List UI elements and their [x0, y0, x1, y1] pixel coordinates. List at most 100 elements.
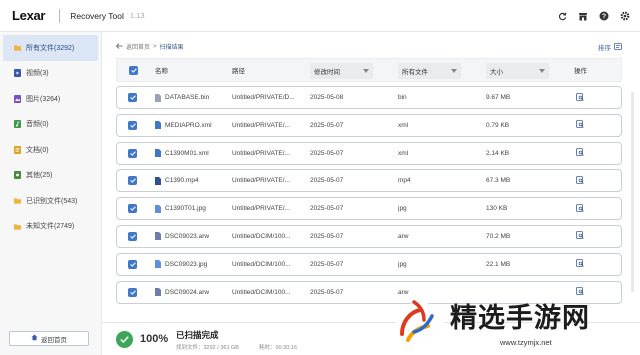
- sidebar-item-images[interactable]: 图片(3264): [0, 86, 101, 112]
- row-checkbox[interactable]: [128, 282, 137, 303]
- sidebar: 所有文件(3292) 视频(3) 图片(3264) 音频(0) 文档(0) 其他…: [0, 32, 102, 355]
- row-checkbox[interactable]: [128, 198, 137, 219]
- check-circle-icon: [116, 331, 133, 348]
- file-name-cell: DSC09023.arw: [155, 226, 209, 247]
- file-type: mp4: [398, 177, 411, 185]
- preview-icon: [576, 203, 584, 214]
- checkbox-checked-icon: [128, 148, 137, 158]
- file-name-cell: C1390M01.xml: [155, 143, 209, 164]
- header-name[interactable]: 名称: [155, 59, 168, 81]
- file-size: 9.67 MB: [486, 94, 511, 101]
- title-toolbar: ?: [557, 11, 630, 21]
- preview-icon: [576, 175, 584, 186]
- title-separator: [59, 8, 61, 23]
- sidebar-item-label: 已识别文件(543): [26, 197, 78, 205]
- sidebar-item-recognized-files[interactable]: 已识别文件(543): [0, 188, 101, 214]
- preview-button[interactable]: [576, 254, 584, 275]
- refresh-icon[interactable]: [557, 11, 567, 21]
- table-row[interactable]: C1390.mp4 Untitled/PRIVATE/... 2025-05-07 m…: [116, 169, 622, 193]
- row-checkbox[interactable]: [128, 143, 137, 164]
- preview-button[interactable]: [576, 143, 584, 164]
- sort-label: 排序: [598, 45, 611, 52]
- video-file-icon: [14, 69, 21, 78]
- file-modified: 2025-05-07: [310, 232, 344, 240]
- file-name-cell: C1390T01.jpg: [155, 198, 206, 219]
- back-arrow-icon[interactable]: [115, 42, 123, 51]
- sidebar-item-label: 未知文件(2749): [26, 223, 75, 231]
- table-row[interactable]: DSC09023.arw Untitled/DCIM/100... 2025-05-…: [116, 224, 622, 248]
- sidebar-item-video[interactable]: 视频(3): [0, 61, 101, 87]
- table-row[interactable]: C1390T01.jpg Untitled/PRIVATE/... 2025-05-…: [116, 197, 622, 221]
- file-size: 130 KB: [486, 205, 508, 213]
- row-checkbox[interactable]: [128, 115, 137, 136]
- home-button[interactable]: 返回首页: [9, 331, 89, 346]
- scan-progress-percent: 100%: [140, 333, 169, 345]
- sidebar-item-label: 音频(0): [26, 121, 49, 129]
- header-size-filter[interactable]: 大小: [486, 63, 549, 79]
- preview-button[interactable]: [576, 115, 584, 136]
- home-button-label: 返回首页: [41, 336, 67, 344]
- preview-button[interactable]: [576, 198, 584, 219]
- breadcrumb-separator: >: [153, 43, 157, 50]
- file-path: Untitled/DCIM/100...: [232, 260, 291, 268]
- preview-icon: [576, 120, 584, 130]
- sidebar-item-unknown-files[interactable]: 未知文件(2749): [0, 214, 101, 240]
- preview-button[interactable]: [576, 226, 584, 247]
- sidebar-item-label: 所有文件(3292): [26, 44, 75, 52]
- store-icon[interactable]: [578, 11, 588, 21]
- file-name-cell: C1390.mp4: [155, 170, 199, 191]
- row-checkbox[interactable]: [128, 226, 137, 247]
- folder-icon: [14, 44, 21, 52]
- watermark-url: www.tzymjx.net: [500, 338, 552, 347]
- breadcrumb-back-link[interactable]: 返回首页: [126, 42, 150, 51]
- chevron-down-icon: [363, 68, 369, 75]
- preview-button[interactable]: [576, 170, 584, 191]
- header-modified-filter[interactable]: 修改时间: [310, 63, 373, 79]
- select-all-checkbox[interactable]: [129, 59, 138, 81]
- file-name-cell: DATABASE.bin: [155, 87, 209, 108]
- sidebar-item-other[interactable]: 其他(25): [0, 163, 101, 189]
- other-file-icon: [14, 171, 21, 180]
- header-action: 操作: [574, 68, 587, 75]
- scrollbar[interactable]: [631, 92, 634, 292]
- file-path: Untitled/PRIVATE/...: [232, 149, 290, 157]
- file-size: 22.1 MB: [486, 260, 511, 268]
- preview-button[interactable]: [576, 87, 584, 108]
- breadcrumb-current: 扫描结果: [159, 45, 184, 51]
- row-checkbox[interactable]: [128, 87, 137, 108]
- file-name: DATABASE.bin: [165, 94, 210, 101]
- header-size: 大小: [490, 69, 503, 76]
- table-row[interactable]: DSC09023.jpg Untitled/DCIM/100... 2025-05-…: [116, 252, 622, 276]
- header-type-filter[interactable]: 所有文件: [398, 63, 461, 79]
- watermark-logo-icon: [396, 300, 444, 350]
- app-title: Recovery Tool: [70, 10, 124, 21]
- checkbox-checked-icon: [128, 176, 137, 186]
- breadcrumb: 返回首页 > 扫描结果: [115, 42, 184, 51]
- file-type: jpg: [398, 260, 407, 268]
- sidebar-item-all-files[interactable]: 所有文件(3292): [3, 35, 98, 61]
- scan-complete-title: 已扫描完成: [176, 330, 219, 340]
- elapsed-time-text: 耗时：00:30:16: [259, 345, 297, 351]
- file-modified: 2025-05-07: [310, 288, 344, 296]
- file-modified: 2025-05-07: [310, 121, 344, 129]
- file-modified: 2025-05-07: [310, 177, 344, 185]
- recovery-app-window: Lexar Recovery Tool 1.13 ? 所有文件(3292) 视频…: [0, 0, 640, 355]
- file-type: xml: [398, 121, 409, 129]
- app-version: 1.13: [129, 11, 145, 20]
- sort-button[interactable]: 排序: [598, 42, 622, 52]
- row-checkbox[interactable]: [128, 254, 137, 275]
- settings-icon[interactable]: [620, 11, 630, 21]
- file-type: arw: [398, 232, 409, 240]
- file-icon: [155, 260, 161, 269]
- file-name: DSC09023.jpg: [165, 260, 208, 268]
- table-row[interactable]: MEDIAPRO.xml Untitled/PRIVATE/... 2025-05-…: [116, 113, 622, 137]
- lexar-logo: Lexar: [12, 8, 46, 23]
- table-row[interactable]: DATABASE.bin Untitled/PRIVATE/D... 2025-05…: [116, 86, 622, 109]
- checkbox-checked-icon: [128, 231, 137, 241]
- sidebar-item-audio[interactable]: 音频(0): [0, 112, 101, 138]
- table-row[interactable]: C1390M01.xml Untitled/PRIVATE/... 2025-05-…: [116, 141, 622, 165]
- sidebar-item-label: 文档(0): [26, 146, 49, 154]
- help-icon[interactable]: ?: [599, 11, 609, 21]
- sidebar-item-documents[interactable]: 文档(0): [0, 137, 101, 163]
- row-checkbox[interactable]: [128, 170, 137, 191]
